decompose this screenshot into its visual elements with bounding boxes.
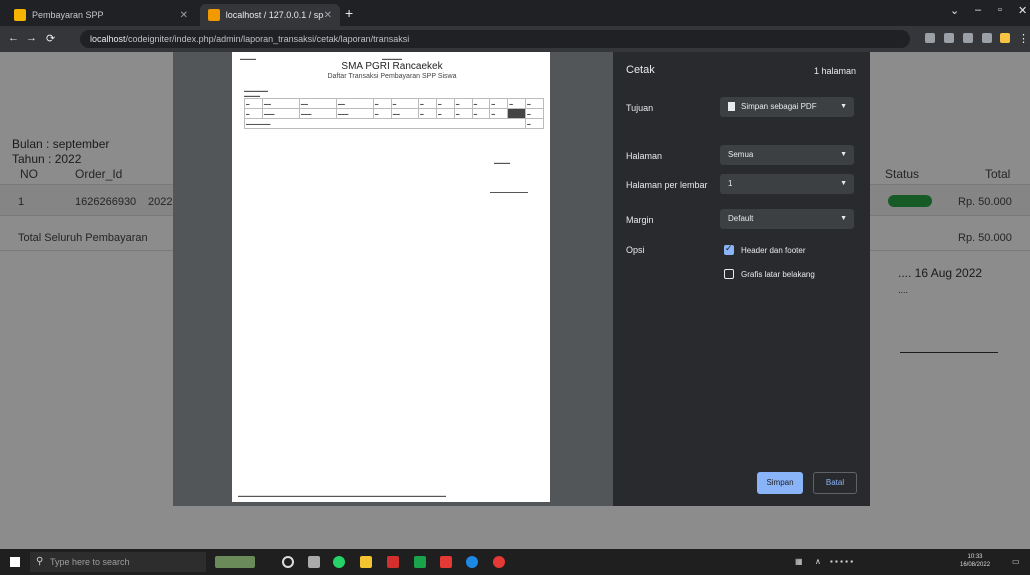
header-footer-label: Header dan footer (741, 246, 806, 255)
app-favicon-icon (14, 9, 26, 21)
per-sheet-label: Halaman per lembar (626, 180, 708, 190)
browser-tabstrip: Pembayaran SPP ✕ localhost / 127.0.0.1 /… (0, 0, 1030, 26)
chevron-down-icon[interactable]: ⌄ (950, 4, 959, 17)
forward-icon[interactable]: → (26, 32, 37, 44)
extensions-puzzle-icon[interactable] (982, 33, 992, 43)
preview-subtitle: Daftar Transaksi Pembayaran SPP Siswa (327, 73, 457, 80)
windows-start-icon[interactable] (10, 557, 20, 567)
chevron-down-icon: ▼ (840, 180, 847, 187)
per-sheet-value: 1 (728, 179, 733, 188)
cortana-icon[interactable] (282, 556, 294, 568)
chevron-down-icon: ▼ (840, 151, 847, 158)
preview-signature-line (490, 192, 528, 193)
task-view-icon[interactable] (308, 556, 320, 568)
extension-icon[interactable] (925, 33, 935, 43)
browser-toolbar: ← → ⟳ localhost/codeigniter/index.php/ad… (0, 26, 1030, 52)
windows-taskbar: ⚲ Type here to search ▦ ∧ ▪ ▪ ▪ ▪ ▪ 10:3… (0, 549, 1030, 575)
dialog-title: Cetak (626, 64, 655, 76)
page-count: 1 halaman (813, 66, 856, 76)
chevron-down-icon: ▼ (840, 103, 847, 110)
xbox-icon[interactable] (414, 556, 426, 568)
destination-select[interactable]: Simpan sebagai PDF ▼ (720, 97, 854, 117)
tab-pembayaran-spp[interactable]: Pembayaran SPP ✕ (6, 4, 196, 26)
tab-localhost[interactable]: localhost / 127.0.0.1 / spp_pklbl... ✕ (200, 4, 340, 26)
notification-icon[interactable]: ▭ (1012, 557, 1020, 566)
keyboard-icon[interactable]: ▦ (795, 557, 803, 566)
search-icon: ⚲ (36, 556, 44, 567)
preview-signature-date: ▬▬▬▬ (494, 160, 510, 165)
preview-sheet: ▬▬▬▬ ▬▬▬▬▬ SMA PGRI Rancaekek Daftar Tra… (232, 52, 550, 502)
print-dialog: Cetak 1 halaman Tujuan Simpan sebagai PD… (613, 52, 870, 506)
save-button[interactable]: Simpan (757, 472, 803, 494)
url-host: localhost (90, 34, 126, 44)
url-path: /codeigniter/index.php/admin/laporan_tra… (125, 34, 410, 44)
chevron-up-icon[interactable]: ∧ (815, 557, 821, 566)
clock-date: 16/08/2022 (960, 562, 991, 568)
chevron-down-icon: ▼ (840, 215, 847, 222)
preview-header-text: ▬▬▬▬ (240, 56, 256, 61)
background-graphics-checkbox[interactable] (724, 269, 734, 279)
margin-label: Margin (626, 215, 654, 225)
close-window-icon[interactable]: ✕ (1018, 4, 1027, 17)
taskbar-search-input[interactable]: ⚲ Type here to search (30, 552, 206, 572)
pages-label: Halaman (626, 151, 663, 161)
clock-time: 10:33 (967, 554, 983, 560)
share-icon[interactable] (944, 33, 954, 43)
preview-scrollbar[interactable] (550, 52, 560, 506)
cancel-button[interactable]: Batal (813, 472, 857, 494)
search-placeholder: Type here to search (50, 557, 130, 567)
header-footer-checkbox[interactable] (724, 243, 734, 255)
weather-widget-icon[interactable] (215, 556, 255, 568)
margin-select[interactable]: Default ▼ (720, 209, 854, 229)
destination-value: Simpan sebagai PDF (741, 102, 817, 111)
tab-title: Pembayaran SPP (32, 10, 104, 20)
pages-select[interactable]: Semua ▼ (720, 145, 854, 165)
options-label: Opsi (626, 245, 645, 255)
maximize-icon[interactable]: ▫ (998, 4, 1002, 16)
taskbar-clock[interactable]: 10:33 16/08/2022 (960, 553, 990, 569)
preview-footer-text: ▬▬▬▬▬▬▬▬▬▬▬▬▬▬▬▬▬▬▬▬▬▬▬▬▬▬▬▬▬▬▬▬▬▬▬▬▬▬▬▬… (238, 493, 446, 498)
new-tab-button[interactable]: + (345, 5, 353, 21)
background-graphics-label: Grafis latar belakang (741, 270, 815, 279)
pages-value: Semua (728, 150, 754, 159)
per-sheet-select[interactable]: 1 ▼ (720, 174, 854, 194)
preview-school-name: SMA PGRI Rancaekek (341, 61, 443, 72)
close-tab-icon[interactable]: ✕ (180, 10, 188, 21)
tray-icons[interactable]: ▪ ▪ ▪ ▪ ▪ (830, 557, 853, 566)
preview-table: ▬ ▬▬ ▬▬ ▬▬ ▬ ▬ ▬ ▬ ▬ ▬ ▬ ▬ ▬ ▬ ▬▬▬ ▬▬▬ ▬▬▬ ▬ ▬▬ ▬ ▬ ▬ ▬ ▬ ▬ ▬▬▬… (243, 98, 544, 129)
menu-kebab-icon[interactable]: ⋮ (1018, 32, 1029, 45)
chrome-icon[interactable] (466, 556, 478, 568)
destination-label: Tujuan (626, 103, 654, 113)
file-icon (728, 102, 735, 112)
bookmark-star-icon[interactable] (963, 33, 973, 43)
whatsapp-icon[interactable] (333, 556, 345, 568)
file-explorer-icon[interactable] (360, 556, 372, 568)
app-icon[interactable] (493, 556, 505, 568)
phpmyadmin-favicon-icon (208, 9, 220, 21)
close-tab-icon[interactable]: ✕ (324, 10, 332, 21)
margin-value: Default (728, 214, 754, 223)
profile-avatar[interactable] (1000, 33, 1010, 43)
minimize-icon[interactable]: – (975, 4, 981, 16)
reload-icon[interactable]: ⟳ (46, 32, 55, 45)
app-icon[interactable] (387, 556, 399, 568)
app-icon[interactable] (440, 556, 452, 568)
back-icon[interactable]: ← (8, 32, 19, 44)
tab-title: localhost / 127.0.0.1 / spp_pklbl... (225, 10, 324, 20)
address-bar[interactable]: localhost/codeigniter/index.php/admin/la… (80, 30, 910, 48)
